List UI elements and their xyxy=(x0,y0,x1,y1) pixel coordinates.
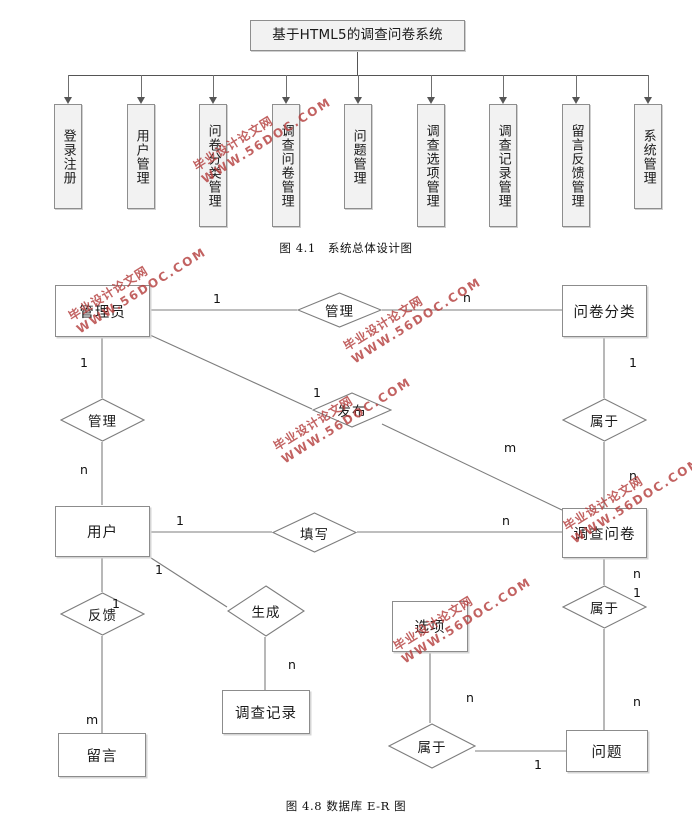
er-relationship-label: 属于 xyxy=(417,740,447,756)
er-relationship-belongs-to-category: 属于 xyxy=(562,398,647,442)
er-relationship-label: 属于 xyxy=(590,414,619,430)
er-cardinality: 1 xyxy=(112,596,120,611)
er-cardinality: m xyxy=(86,712,99,727)
tree-drop-1 xyxy=(68,75,69,101)
er-cardinality: 1 xyxy=(633,585,641,600)
er-relationship-manage-user: 管理 xyxy=(60,398,145,442)
er-relationship-label: 属于 xyxy=(590,601,619,617)
er-cardinality: 1 xyxy=(629,355,637,370)
er-cardinality: n xyxy=(633,566,641,581)
er-cardinality: 1 xyxy=(176,513,184,528)
figure-2-caption: 图 4.8 数据库 E-R 图 xyxy=(285,799,407,813)
er-cardinality: 1 xyxy=(80,355,88,370)
tree-drop-2 xyxy=(141,75,142,101)
watermark: 毕业设计论文网 WWW.56DOC.COM xyxy=(270,360,414,467)
er-entity-questionnaire-category: 问卷分类 xyxy=(562,285,647,337)
er-cardinality: 1 xyxy=(155,562,163,577)
er-relationship-belongs-to-option: 属于 xyxy=(388,723,476,769)
tree-leaf-system-management: 系统管理 xyxy=(634,104,662,209)
tree-drop-9 xyxy=(648,75,649,101)
tree-drop-3 xyxy=(213,75,214,101)
er-entity-survey-record: 调查记录 xyxy=(222,690,310,734)
er-entity-message: 留言 xyxy=(58,733,146,777)
tree-leaf-survey-option-management: 调查选项管理 xyxy=(417,104,445,227)
tree-leaf-question-management: 问题管理 xyxy=(344,104,372,209)
tree-drop-7 xyxy=(503,75,504,101)
figure-1-caption: 图 4.1 系统总体设计图 xyxy=(279,241,413,255)
er-relationship-label: 生成 xyxy=(251,605,281,621)
er-cardinality: m xyxy=(504,440,517,455)
er-cardinality: 1 xyxy=(534,757,542,772)
tree-leaf-message-feedback-management: 留言反馈管理 xyxy=(562,104,590,227)
er-cardinality: n xyxy=(502,513,510,528)
tree-leaf-user-management: 用户管理 xyxy=(127,104,155,209)
er-cardinality: 1 xyxy=(213,291,221,306)
tree-drop-4 xyxy=(286,75,287,101)
er-relationship-label: 管理 xyxy=(88,414,117,430)
tree-drop-6 xyxy=(431,75,432,101)
er-entity-question: 问题 xyxy=(566,730,648,772)
tree-drop-8 xyxy=(576,75,577,101)
er-relationship-label: 填写 xyxy=(300,526,329,543)
er-cardinality: n xyxy=(288,657,296,672)
er-cardinality: n xyxy=(633,694,641,709)
tree-root-stem xyxy=(357,51,358,75)
tree-leaf-survey-record-management: 调查记录管理 xyxy=(489,104,517,227)
er-relationship-feedback: 反馈 xyxy=(60,592,145,636)
root-node-system: 基于HTML5的调查问卷系统 xyxy=(250,20,465,51)
document-page: 基于HTML5的调查问卷系统 登录注册 用户管理 问卷分类管理 调查问卷管理 问… xyxy=(0,0,692,823)
tree-leaf-login-register: 登录注册 xyxy=(54,104,82,209)
er-entity-user: 用户 xyxy=(55,506,150,557)
er-cardinality: n xyxy=(80,462,88,477)
tree-drop-5 xyxy=(358,75,359,101)
er-relationship-label: 管理 xyxy=(325,304,354,320)
er-relationship-fill-in: 填写 xyxy=(272,512,357,553)
er-cardinality: n xyxy=(466,690,474,705)
er-relationship-generate: 生成 xyxy=(227,585,305,637)
er-cardinality: 1 xyxy=(313,385,321,400)
